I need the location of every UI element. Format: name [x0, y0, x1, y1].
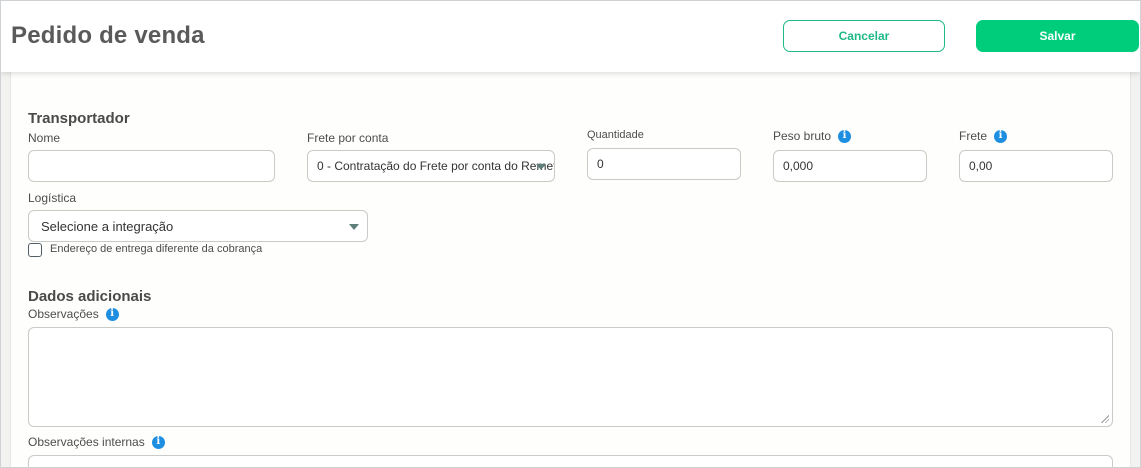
frete-por-conta-label: Frete por conta [307, 131, 388, 145]
nome-input[interactable] [28, 150, 275, 182]
resize-handle-icon[interactable] [1101, 415, 1109, 423]
save-button[interactable]: Salvar [976, 20, 1139, 52]
frete-label: Frete i [959, 129, 1008, 143]
nome-label: Nome [28, 131, 60, 145]
frete-por-conta-label-text: Frete por conta [307, 131, 389, 145]
frete-por-conta-value: 0 - Contratação do Frete por conta do Re… [317, 159, 554, 173]
observacoes-label: Observações i [28, 307, 119, 321]
observacoes-label-text: Observações [28, 307, 99, 321]
frete-input[interactable]: 0,00 [959, 150, 1113, 182]
endereco-entrega-label-text: Endereço de entrega diferente da cobranç… [50, 243, 263, 255]
info-icon[interactable]: i [151, 435, 165, 449]
observacoes-internas-label: Observações internas i [28, 435, 165, 449]
quantidade-label: Quantidade [587, 129, 644, 141]
observacoes-internas-textarea[interactable] [28, 455, 1113, 467]
cancel-button[interactable]: Cancelar [783, 20, 945, 52]
section-title-dados-adicionais: Dados adicionais [28, 288, 152, 305]
peso-bruto-label: Peso bruto i [773, 129, 852, 143]
logistica-select[interactable]: Selecione a integração [28, 210, 368, 242]
nome-label-text: Nome [28, 131, 61, 145]
info-icon[interactable]: i [994, 129, 1008, 143]
observacoes-textarea[interactable] [28, 327, 1113, 427]
endereco-entrega-label: Endereço de entrega diferente da cobranç… [50, 243, 262, 255]
frete-por-conta-select[interactable]: 0 - Contratação do Frete por conta do Re… [307, 150, 555, 182]
section-title-transportador: Transportador [28, 110, 130, 127]
quantidade-label-text: Quantidade [587, 129, 644, 141]
peso-bruto-input[interactable]: 0,000 [773, 150, 927, 182]
chevron-down-icon [536, 164, 546, 170]
info-icon[interactable]: i [105, 307, 119, 321]
logistica-value: Selecione a integração [41, 218, 174, 234]
window-frame: Pedido de venda Cancelar Salvar Transpor… [0, 0, 1141, 468]
info-icon[interactable]: i [838, 129, 852, 143]
chevron-down-icon [349, 224, 359, 230]
peso-bruto-label-text: Peso bruto [773, 129, 832, 143]
page-header: Pedido de venda Cancelar Salvar [1, 1, 1140, 72]
endereco-entrega-checkbox[interactable] [28, 243, 42, 257]
page-title: Pedido de venda [11, 22, 205, 49]
frete-label-text: Frete [959, 129, 988, 143]
observacoes-internas-label-text: Observações internas [28, 435, 145, 449]
quantidade-input[interactable]: 0 [587, 148, 741, 180]
logistica-label-text: Logística [28, 191, 77, 205]
logistica-label: Logística [28, 191, 76, 205]
